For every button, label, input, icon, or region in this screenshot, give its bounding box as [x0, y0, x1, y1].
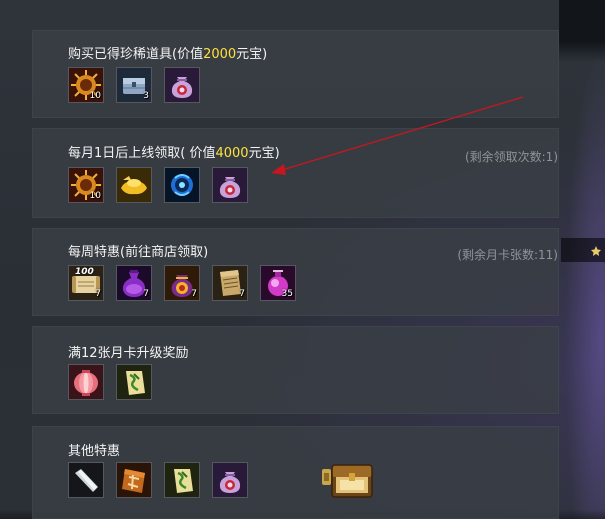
fortune-tile-icon[interactable] — [116, 462, 152, 498]
item-count: 3 — [143, 91, 149, 101]
section-title: 购买已得珍稀道具(价值2000元宝) — [68, 47, 268, 62]
item-count: 35 — [281, 289, 293, 299]
section-monthly-claim: 每月1日后上线领取( 价值4000元宝) (剩余领取次数:1) 10 — [32, 128, 559, 218]
section-title: 每月1日后上线领取( 价值4000元宝) — [68, 146, 280, 161]
treasure-chest-icon[interactable] — [322, 459, 374, 499]
blue-orb-icon[interactable] — [164, 167, 200, 203]
silver-blade-icon[interactable] — [68, 462, 104, 498]
gold-pouch-icon[interactable]: 7 — [164, 265, 200, 301]
item-count: 10 — [89, 191, 101, 201]
money-bag-icon[interactable] — [212, 462, 248, 498]
section-other-deals: 其他特惠 — [32, 426, 559, 519]
item-row: 10 3 — [68, 67, 200, 103]
gold-ingot-icon[interactable] — [116, 167, 152, 203]
silver-chest-icon[interactable]: 3 — [116, 67, 152, 103]
section-title: 每周特惠(前往商店领取) — [68, 245, 209, 260]
section-title: 满12张月卡升级奖励 — [68, 346, 189, 361]
item-row: 10 — [68, 167, 248, 203]
pink-potion-icon[interactable]: 35 — [260, 265, 296, 301]
item-row: 100 7 7 7 7 35 — [68, 265, 296, 301]
item-row — [68, 462, 248, 498]
remaining-cards-note: (剩余月卡张数:11) — [457, 248, 558, 262]
item-row — [68, 364, 152, 400]
item-count: 7 — [143, 289, 149, 299]
section-purchased-rare-items: 购买已得珍稀道具(价值2000元宝) 10 3 — [32, 30, 559, 118]
red-lantern-icon[interactable] — [68, 364, 104, 400]
sun-emblem-icon[interactable]: 10 — [68, 167, 104, 203]
talisman-icon[interactable] — [116, 364, 152, 400]
remaining-claims-note: (剩余领取次数:1) — [464, 150, 558, 164]
item-count: 7 — [191, 289, 197, 299]
item-count: 7 — [239, 289, 245, 299]
section-upgrade-reward: 满12张月卡升级奖励 — [32, 326, 559, 414]
item-top-count: 100 — [75, 267, 94, 277]
paper-scroll-icon[interactable]: 7 — [212, 265, 248, 301]
item-count: 10 — [89, 91, 101, 101]
item-count: 7 — [95, 289, 101, 299]
sun-emblem-icon[interactable]: 10 — [68, 67, 104, 103]
money-bag-icon[interactable] — [164, 67, 200, 103]
star-icon — [591, 245, 601, 256]
scroll-100-icon[interactable]: 100 7 — [68, 265, 104, 301]
money-bag-icon[interactable] — [212, 167, 248, 203]
talisman-icon[interactable] — [164, 462, 200, 498]
background-partial-label — [561, 238, 605, 262]
section-title: 其他特惠 — [68, 444, 121, 459]
purple-potion-icon[interactable]: 7 — [116, 265, 152, 301]
section-weekly-deals: 每周特惠(前往商店领取) (剩余月卡张数:11) 100 7 7 7 7 35 — [32, 228, 559, 316]
